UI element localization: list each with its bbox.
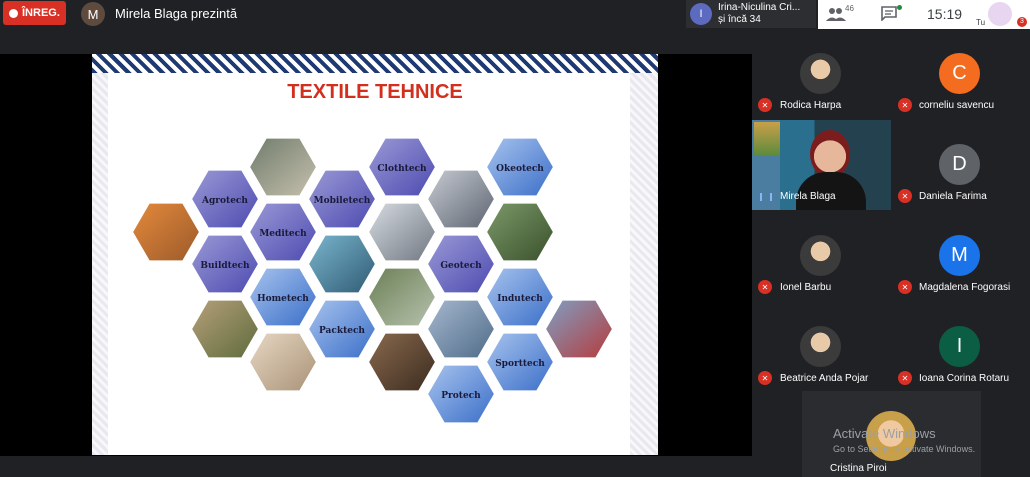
photo-hexagon (484, 201, 556, 263)
mic-muted-icon: ✕ (758, 371, 772, 385)
participant-count: 46 (845, 4, 854, 13)
self-avatar[interactable] (988, 2, 1012, 26)
participant-avatar (800, 53, 841, 94)
people-pill[interactable]: I Irina-Niculina Cri... și încă 34 (686, 0, 816, 28)
photo-hexagon (306, 233, 378, 295)
participant-avatar: I (939, 326, 980, 367)
participant-avatar (800, 235, 841, 276)
participant-name: Magdalena Fogorasi (919, 282, 1011, 293)
mic-muted-icon: ✕ (898, 98, 912, 112)
people-line-1: Irina-Niculina Cri... (718, 2, 801, 13)
photo-hexagon (543, 298, 615, 360)
people-text: Irina-Niculina Cri... și încă 34 (718, 2, 800, 26)
chat-notification-dot (897, 5, 902, 10)
meeting-toolbar: 46 15:19 Tu 3 (818, 0, 1030, 29)
recording-badge: ÎNREG. (3, 1, 66, 25)
participant-avatar: M (939, 235, 980, 276)
hexagon-label: Mobiletech (314, 196, 371, 206)
participant-avatar (800, 326, 841, 367)
photo-hexagon (366, 331, 438, 393)
people-line-2: și încă 34 (718, 14, 761, 25)
photo-hexagon (425, 168, 497, 230)
hexagon-label: Protech (441, 391, 481, 401)
activate-windows-title: Activate Windows (833, 426, 936, 441)
speaking-indicator-icon (760, 193, 772, 201)
mic-muted-icon: ✕ (758, 98, 772, 112)
participant-name: Mirela Blaga (780, 191, 836, 202)
participant-avatar: D (939, 144, 980, 185)
hexagon-diagram: Agrotech Meditech Buildtech Mobiletech Cloth… (130, 136, 615, 425)
photo-hexagon (366, 201, 438, 263)
hexagon-label: Okeotech (496, 164, 544, 174)
clock: 15:19 (927, 6, 963, 22)
photo-hexagon (130, 201, 202, 263)
record-dot-icon (9, 8, 18, 18)
hexagon-label: Hometech (257, 294, 309, 304)
recording-label: ÎNREG. (22, 7, 60, 19)
mic-muted-icon: ✕ (898, 189, 912, 203)
photo-hexagon (366, 266, 438, 328)
participant-avatar: C (939, 53, 980, 94)
participant-name: Rodica Harpa (780, 100, 842, 111)
presenter-label: Mirela Blaga prezintă (115, 6, 238, 21)
chat-icon[interactable] (881, 6, 897, 21)
photo-hexagon (189, 298, 261, 360)
hexagon-label: Sporttech (495, 359, 545, 369)
hexagon-label: Meditech (259, 229, 307, 239)
mic-muted-icon: ✕ (758, 280, 772, 294)
hexagon-label: Agrotech (201, 196, 248, 206)
people-avatar: I (690, 3, 712, 25)
photo-hexagon (247, 136, 319, 198)
participant-name: Ioana Corina Rotaru (919, 373, 1010, 384)
background-painting (754, 122, 780, 156)
meet-window: ÎNREG. M Mirela Blaga prezintă I Irina-N… (0, 0, 1030, 477)
participant-name: corneliu savencu (919, 100, 995, 111)
hexagon-label: Buildtech (200, 261, 250, 271)
presenter-avatar: M (81, 2, 105, 26)
participant-name: Daniela Farima (919, 191, 987, 202)
photo-hexagon (425, 298, 497, 360)
hexagon-label: Geotech (440, 261, 482, 271)
mic-muted-icon: ✕ (898, 371, 912, 385)
activate-windows-subtitle: Go to Settings to activate Windows. (833, 444, 976, 454)
people-icon[interactable] (826, 6, 846, 22)
mic-muted-icon: ✕ (898, 280, 912, 294)
hexagon-label: Packtech (319, 326, 365, 336)
speaker-head (810, 130, 850, 178)
participant-name: Beatrice Anda Pojar (780, 373, 869, 384)
participant-name: Cristina Piroi (830, 463, 887, 474)
photo-hexagon (247, 331, 319, 393)
presentation-slide: TEXTILE TEHNICE Agrotech Meditech Buildtec… (92, 54, 658, 455)
hexagon-label: Clothtech (377, 164, 427, 174)
self-label: Tu (976, 18, 986, 27)
self-mic-muted-icon: 3 (1017, 17, 1027, 27)
participant-name: Ionel Barbu (780, 282, 832, 293)
hexagon-label: Indutech (497, 294, 543, 304)
